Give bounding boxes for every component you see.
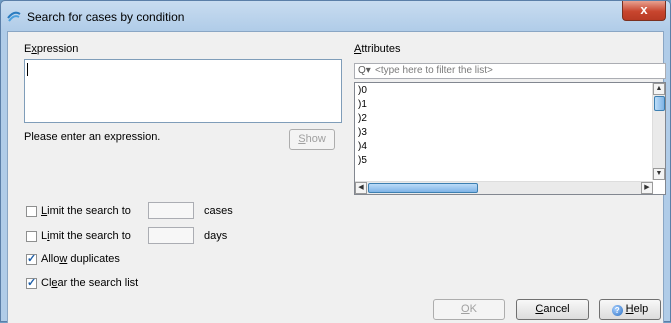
scroll-right-icon[interactable]: ▶	[641, 182, 653, 194]
allow-duplicates-checkbox[interactable]	[26, 252, 37, 265]
window-title: Search for cases by condition	[27, 10, 185, 24]
list-item[interactable]: )1	[358, 99, 367, 110]
vertical-scroll-thumb[interactable]	[654, 96, 665, 111]
scroll-left-icon[interactable]: ◀	[355, 182, 367, 194]
close-button[interactable]: x	[622, 1, 666, 21]
list-item[interactable]: )3	[358, 127, 367, 138]
limit-cases-label[interactable]: Limit the search to	[41, 205, 131, 217]
limit-days-input[interactable]	[148, 227, 194, 244]
list-item[interactable]: )0	[358, 85, 367, 96]
limit-days-checkbox[interactable]	[26, 231, 37, 242]
days-unit-label: days	[204, 230, 228, 242]
list-item[interactable]: )5	[358, 155, 367, 166]
text-caret	[27, 63, 28, 76]
filter-placeholder: <type here to filter the list>	[375, 65, 493, 76]
attributes-filter-input[interactable]: Q▾ <type here to filter the list>	[354, 63, 666, 79]
clear-search-list-label[interactable]: Clear the search list	[41, 277, 138, 289]
list-item[interactable]: )2	[358, 113, 367, 124]
show-button[interactable]: Show	[289, 129, 335, 150]
scroll-down-icon[interactable]: ▼	[653, 168, 665, 180]
clear-search-list-checkbox[interactable]	[26, 276, 37, 289]
limit-cases-checkbox[interactable]	[26, 206, 37, 217]
cases-unit-label: cases	[204, 205, 233, 217]
allow-duplicates-label[interactable]: Allow duplicates	[41, 253, 120, 265]
list-item[interactable]: )4	[358, 141, 367, 152]
dialog-window: Search for cases by condition x Expressi…	[0, 0, 671, 323]
help-icon: ?	[611, 305, 623, 316]
search-icon: Q▾	[358, 65, 371, 76]
app-logo-icon	[7, 11, 21, 22]
ok-button[interactable]: OK	[433, 299, 505, 320]
limit-days-label[interactable]: Limit the search to	[41, 230, 131, 242]
attributes-list[interactable]: )0 )1 )2 )3 )4 )5 ▲ ▼ ◀ ▶	[354, 82, 666, 195]
attributes-label: Attributes	[354, 43, 401, 55]
scroll-up-icon[interactable]: ▲	[653, 83, 665, 95]
vertical-scrollbar[interactable]: ▲ ▼	[652, 83, 665, 180]
dialog-body: Expression Please enter an expression. S…	[7, 31, 666, 323]
title-bar[interactable]: Search for cases by condition x	[1, 1, 670, 31]
expression-hint: Please enter an expression.	[24, 131, 161, 143]
expression-input[interactable]	[24, 59, 342, 123]
limit-cases-input[interactable]	[148, 202, 194, 219]
horizontal-scroll-thumb[interactable]	[368, 183, 478, 193]
cancel-button[interactable]: Cancel	[516, 299, 589, 320]
horizontal-scrollbar[interactable]: ◀ ▶	[355, 181, 653, 194]
help-button[interactable]: ? Help	[599, 299, 661, 320]
expression-label: Expression	[24, 43, 79, 55]
